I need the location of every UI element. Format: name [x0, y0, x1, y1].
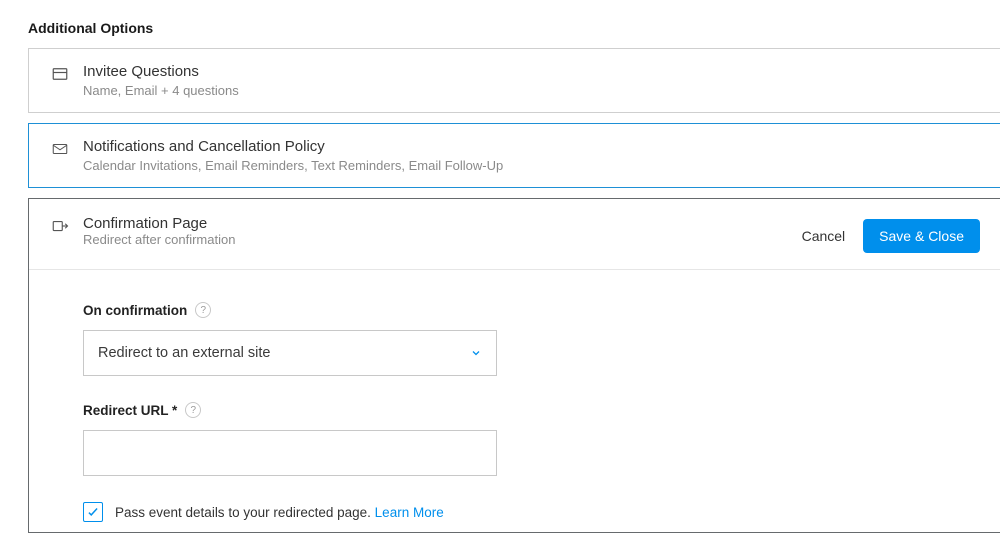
card-title: Notifications and Cancellation Policy [83, 138, 503, 155]
on-confirmation-select[interactable]: Redirect to an external site [83, 330, 497, 376]
learn-more-link[interactable]: Learn More [375, 505, 444, 520]
card-subtitle: Calendar Invitations, Email Reminders, T… [83, 158, 503, 173]
card-invitee-questions[interactable]: Invitee Questions Name, Email + 4 questi… [28, 48, 1000, 113]
pass-details-checkbox[interactable] [83, 502, 103, 522]
redirect-url-label: Redirect URL * [83, 403, 177, 418]
chevron-down-icon [470, 347, 482, 359]
card-title: Invitee Questions [83, 63, 239, 80]
card-notifications[interactable]: Notifications and Cancellation Policy Ca… [28, 123, 1000, 188]
card-subtitle: Name, Email + 4 questions [83, 83, 239, 98]
select-value: Redirect to an external site [98, 345, 270, 361]
cancel-button[interactable]: Cancel [802, 228, 846, 244]
redirect-icon [51, 217, 69, 235]
card-subtitle: Redirect after confirmation [83, 232, 788, 247]
redirect-url-input[interactable] [83, 430, 497, 476]
on-confirmation-label: On confirmation [83, 303, 187, 318]
card-title: Confirmation Page [83, 215, 788, 232]
card-confirmation-expanded: Confirmation Page Redirect after confirm… [28, 198, 1000, 533]
envelope-icon [51, 140, 69, 158]
help-icon[interactable]: ? [195, 302, 211, 318]
form-icon [51, 65, 69, 83]
pass-details-label: Pass event details to your redirected pa… [115, 505, 371, 520]
page-title: Additional Options [28, 20, 1000, 36]
help-icon[interactable]: ? [185, 402, 201, 418]
save-close-button[interactable]: Save & Close [863, 219, 980, 253]
